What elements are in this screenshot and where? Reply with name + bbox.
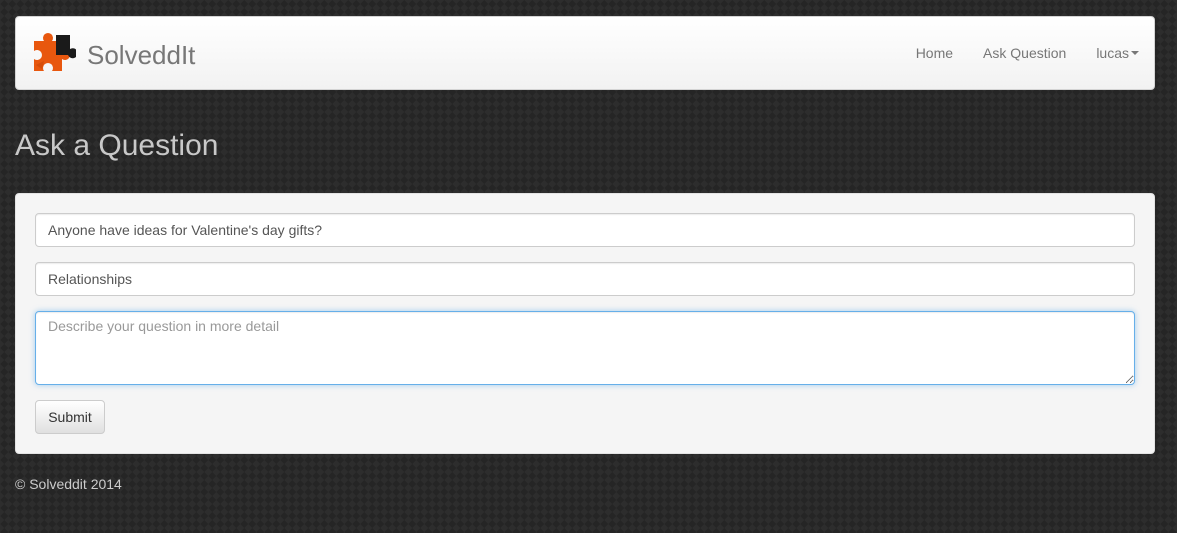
nav-menu: Home Ask Question lucas [901,17,1154,89]
question-title-input[interactable] [35,213,1135,247]
navbar: SolveddIt Home Ask Question lucas [15,16,1155,90]
caret-down-icon [1131,51,1139,55]
question-detail-textarea[interactable] [35,311,1135,385]
footer-copyright: © Solveddit 2014 [15,476,122,492]
submit-button[interactable]: Submit [35,400,105,434]
nav-ask-question-link[interactable]: Ask Question [968,45,1081,61]
page-title: Ask a Question [15,129,219,162]
category-input[interactable] [35,262,1135,296]
user-menu-dropdown[interactable]: lucas [1081,45,1154,61]
brand-link[interactable]: SolveddIt [28,31,195,79]
question-form: Submit [15,193,1155,454]
nav-home-link[interactable]: Home [901,45,968,61]
puzzle-piece-icon [34,33,76,71]
brand-name: SolveddIt [87,40,196,70]
user-name: lucas [1096,45,1129,61]
